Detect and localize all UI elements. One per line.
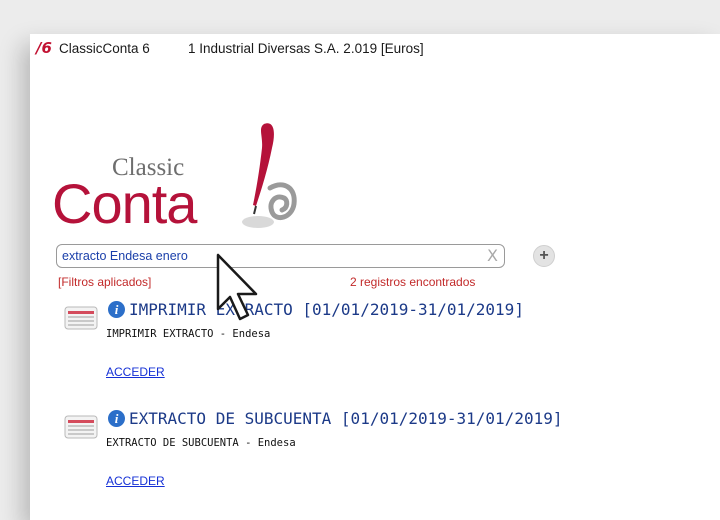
- clear-search-button[interactable]: X: [487, 246, 498, 265]
- app-logo-icon: /6: [36, 39, 52, 57]
- acceder-link[interactable]: ACCEDER: [106, 474, 165, 488]
- company-title: 1 Industrial Diversas S.A. 2.019 [Euros]: [188, 41, 424, 56]
- report-icon: [64, 306, 98, 330]
- mouse-pointer-icon: [216, 253, 258, 321]
- result-subtitle: IMPRIMIR EXTRACTO - Endesa: [106, 328, 271, 340]
- logo-conta-text: Conta: [52, 172, 197, 235]
- result-title[interactable]: i EXTRACTO DE SUBCUENTA [01/01/2019-31/0…: [108, 409, 562, 428]
- result-title-text[interactable]: IMPRIMIR EXTRACTO [01/01/2019-31/01/2019…: [129, 300, 524, 319]
- result-subtitle: EXTRACTO DE SUBCUENTA - Endesa: [106, 437, 296, 449]
- result-title-text[interactable]: EXTRACTO DE SUBCUENTA [01/01/2019-31/01/…: [129, 409, 562, 428]
- info-icon[interactable]: i: [108, 410, 125, 427]
- classicconta-logo: Classic Conta 6: [52, 114, 302, 244]
- search-input[interactable]: [62, 247, 472, 265]
- app-window: /6 ClassicConta 6 1 Industrial Diversas …: [30, 34, 720, 520]
- report-icon: [64, 415, 98, 439]
- filters-applied-label[interactable]: [Filtros aplicados]: [58, 275, 151, 289]
- acceder-link[interactable]: ACCEDER: [106, 365, 165, 379]
- info-icon[interactable]: i: [108, 301, 125, 318]
- app-title: ClassicConta 6: [59, 41, 150, 56]
- results-count: 2 registros encontrados: [350, 275, 476, 289]
- add-filter-button[interactable]: +: [533, 245, 555, 267]
- result-title[interactable]: i IMPRIMIR EXTRACTO [01/01/2019-31/01/20…: [108, 300, 524, 319]
- quill-six-logo-icon: 6: [242, 123, 297, 228]
- search-box[interactable]: X: [56, 244, 505, 268]
- title-bar: /6 ClassicConta 6 1 Industrial Diversas …: [30, 34, 720, 64]
